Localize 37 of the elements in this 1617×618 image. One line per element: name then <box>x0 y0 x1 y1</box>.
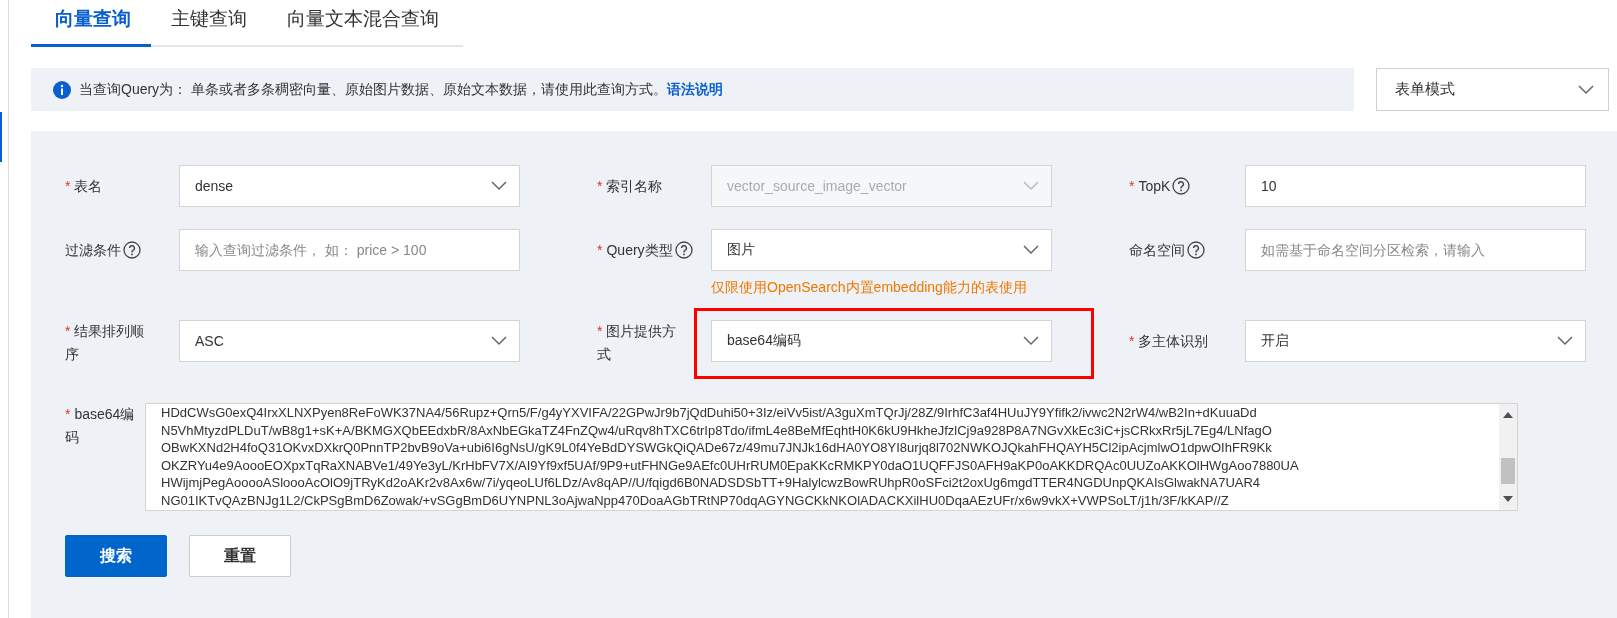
syntax-link[interactable]: 语法说明 <box>667 80 723 99</box>
field-label: * TopK <box>1129 176 1171 196</box>
field-label: * 表名 <box>65 176 103 196</box>
input-field[interactable]: 输入查询过滤条件， 如： price > 100 <box>179 229 520 271</box>
tab[interactable]: 向量查询 <box>31 0 151 47</box>
field-label: * 结果排列顺序 <box>65 322 145 364</box>
caret-down-icon <box>491 181 507 191</box>
notice-text: 当查询Query为： 单条或者多条稠密向量、原始图片数据、原始文本数据，请使用此查询方式。 <box>79 80 667 99</box>
field-label: * 多主体识别 <box>1129 331 1209 351</box>
tab[interactable]: 主键查询 <box>151 0 267 47</box>
field-label: * 图片提供方式 <box>597 322 677 364</box>
input-field[interactable]: 10 <box>1245 165 1586 207</box>
mode-select[interactable]: 表单模式 <box>1376 68 1609 111</box>
caret-down-icon <box>1023 245 1039 255</box>
field-label: * 索引名称 <box>597 176 663 196</box>
select-field[interactable]: 图片 <box>711 229 1052 271</box>
caret-down-icon <box>1557 336 1573 346</box>
select-field[interactable]: dense <box>179 165 520 207</box>
select-field[interactable]: ASC <box>179 320 520 362</box>
scrollbar[interactable] <box>1499 404 1517 510</box>
select-field[interactable]: 开启 <box>1245 320 1586 362</box>
select-field[interactable]: base64编码 <box>711 320 1052 362</box>
field-label: 命名空间 <box>1129 240 1185 260</box>
caret-down-icon <box>1578 84 1594 95</box>
field-label: * base64编码 <box>65 405 136 447</box>
reset-button[interactable]: 重置 <box>189 535 291 577</box>
info-icon <box>53 80 71 99</box>
caret-down-icon <box>491 336 507 346</box>
base64-textarea[interactable]: HDdCWsG0exQ4IrxXLNXPyen8ReFoWK37NA4/56Rupz+Qrn5/F/g4yYXVIFA/22GPwJr9b7jQdDuhi50+3Iz/eiVv5ist/A3guXmTQrJj/28Z/9IrhfC3af4HUuJY9Yfifk2/ivwc2N2rW4/wB2In+dKuuaDd N5VhMtyzdPLDuT/wB8g1+sK+A/BKMGXQbEEdxbR/8AxNbEGkaTZ4FnZQw4/uRqv8hTXC6trIp8Tdo/ifmL4e8BeMfEqhtH0K6kU9HkheJfzlCj9a928P8A7NGvXkEc3iC+jsCRkxRr5jL7Eg4/LNfagO OBwKXNd2H4foQ31OKvxDXkrQ0PnnTP2bvB9oVa+ubi6I6gNsU/gK9L0f4YeBdDYSWGkQiQADe67z/49mu7JNJk16dHA0YO8YI8urjq8l702NWKOJQkahFHQAYH5Cl2ipAcjmlwO1dpwOIhFR9Kk OKZRYu4e9AoooEOXpxTqRaXNABVe1/49Ye3yL/KrHbFV7X/AI9Yf9xf5UAf/9P9+utFHNGe9AEfc0UHrRUM0EpaKKcRMKPY0daO1UQFFJS0AFH9aKP0oAKKDRQAc0UUZoAKKOlHWgAoo7880UA HWijmjPegAooooASloooAcOlO9jTRyKd2oAKr2v8Ax6w/7i/yqeoLUf6LDz/Av8qAP//U/fqigd6B0NADSDSbTT+9HalylcwzBowRUhpR0oSFci2t2oxUg6mgdTTER4NGDUnpQKAIsGlwakNA7UAR4 NG01IKTvQAzBNJg1L2/CkPSgBmD6Zowak/+vSGgBmD6UYNPNL3oAjwaNpp470DoaAGbTRtNP70dqAGYNGCKkNKOlADACKXilHU0DqaAEzUFr/x6w9vkX+VWPSoLT/j1h/3F/kKAP//Z <box>145 403 1518 511</box>
field-label: 过滤条件 <box>65 240 121 260</box>
hint-text: 仅限使用OpenSearch内置embedding能力的表使用 <box>711 278 1028 297</box>
tab[interactable]: 向量文本混合查询 <box>267 0 459 47</box>
caret-down-icon <box>1023 181 1039 191</box>
search-button[interactable]: 搜索 <box>65 535 167 577</box>
input-field[interactable]: 如需基于命名空间分区检索，请输入 <box>1245 229 1586 271</box>
caret-down-icon <box>1023 336 1039 346</box>
field-label: * Query类型 <box>597 240 673 260</box>
